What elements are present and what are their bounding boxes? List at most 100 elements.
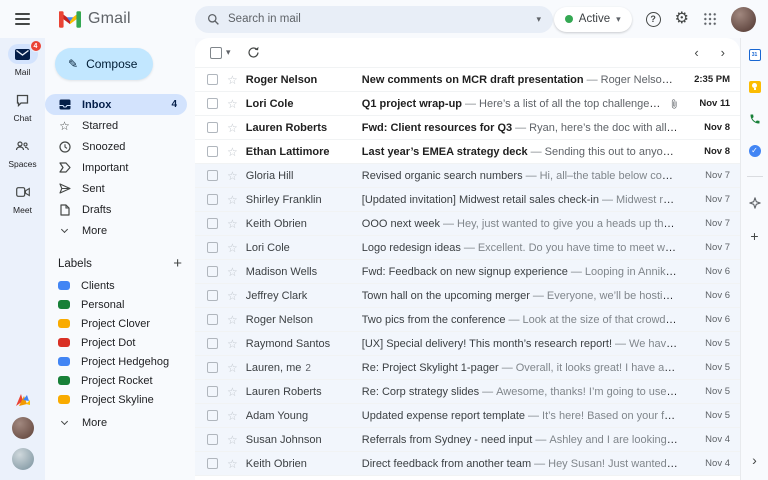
email-row[interactable]: ☆ Roger Nelson New comments on MCR draft… xyxy=(195,68,740,92)
row-checkbox[interactable] xyxy=(207,338,218,349)
panel-expand-icon[interactable]: › xyxy=(752,452,757,468)
row-checkbox[interactable] xyxy=(207,242,218,253)
rail-item-meet[interactable]: Meet xyxy=(8,182,38,215)
main-menu-icon[interactable] xyxy=(0,13,45,25)
star-icon[interactable]: ☆ xyxy=(227,194,238,206)
row-checkbox[interactable] xyxy=(207,290,218,301)
row-checkbox[interactable] xyxy=(207,194,218,205)
email-row[interactable]: ☆ Keith Obrien Direct feedback from anot… xyxy=(195,452,740,476)
row-checkbox[interactable] xyxy=(207,74,218,85)
label-item[interactable]: Project Skyline xyxy=(45,390,195,409)
compose-button[interactable]: ✎ Compose xyxy=(55,48,153,80)
star-icon[interactable]: ☆ xyxy=(227,338,238,350)
label-item[interactable]: Project Rocket xyxy=(45,371,195,390)
search-bar[interactable]: Search in mail ▾ xyxy=(195,5,553,33)
star-icon[interactable]: ☆ xyxy=(227,410,238,422)
sidebar-item-sent[interactable]: Sent xyxy=(45,178,187,199)
email-row[interactable]: ☆ Lauren, me 2 Re: Project Skylight 1-pag… xyxy=(195,356,740,380)
email-row[interactable]: ☆ Ethan Lattimore Last year’s EMEA strat… xyxy=(195,140,740,164)
contact-avatar[interactable] xyxy=(11,417,34,439)
email-row[interactable]: ☆ Lori Cole Q1 project wrap-up — Here’s a … xyxy=(195,92,740,116)
row-checkbox[interactable] xyxy=(207,314,218,325)
sidebar-item-important[interactable]: Important xyxy=(45,157,187,178)
row-checkbox[interactable] xyxy=(207,458,218,469)
star-icon[interactable]: ☆ xyxy=(227,74,238,86)
sidebar-item-drafts[interactable]: Drafts xyxy=(45,199,187,220)
email-row[interactable]: ☆ Jeffrey Clark Town hall on the upcomin… xyxy=(195,284,740,308)
add-label-icon[interactable]: + xyxy=(173,255,182,272)
rail-item-spaces[interactable]: Spaces xyxy=(8,136,38,169)
star-icon[interactable]: ☆ xyxy=(227,146,238,158)
row-checkbox[interactable] xyxy=(207,122,218,133)
label-item[interactable]: Project Clover xyxy=(45,314,195,333)
star-icon[interactable]: ☆ xyxy=(227,314,238,326)
calendar-icon[interactable]: 31 xyxy=(748,48,761,61)
row-checkbox[interactable] xyxy=(207,98,218,109)
sidebar-item-more[interactable]: More xyxy=(45,220,187,241)
star-icon[interactable]: ☆ xyxy=(227,290,238,302)
row-checkbox[interactable] xyxy=(207,410,218,421)
star-icon[interactable]: ☆ xyxy=(227,242,238,254)
row-checkbox[interactable] xyxy=(207,146,218,157)
email-row[interactable]: ☆ Lauren Roberts Re: Corp strategy slide… xyxy=(195,380,740,404)
email-row[interactable]: ☆ Shirley Franklin [Updated invitation] … xyxy=(195,188,740,212)
label-item[interactable]: Personal xyxy=(45,295,195,314)
select-all-checkbox[interactable] xyxy=(210,46,222,59)
row-checkbox[interactable] xyxy=(207,266,218,277)
older-page-icon[interactable]: › xyxy=(721,46,725,59)
email-row[interactable]: ☆ Adam Young Updated expense report temp… xyxy=(195,404,740,428)
keep-icon[interactable] xyxy=(748,80,761,93)
phone-icon[interactable] xyxy=(748,112,761,125)
inbox-icon xyxy=(58,99,71,110)
get-addons-icon[interactable]: + xyxy=(750,228,758,244)
sidebar-item-starred[interactable]: ☆ Starred xyxy=(45,115,187,136)
contact-avatar[interactable] xyxy=(11,448,34,470)
label-item[interactable]: Project Hedgehog xyxy=(45,352,195,371)
label-item[interactable]: Clients xyxy=(45,276,195,295)
search-input[interactable]: Search in mail xyxy=(228,13,528,25)
tasks-icon[interactable]: ✓ xyxy=(748,144,761,157)
row-checkbox[interactable] xyxy=(207,170,218,181)
email-snippet: Hi, all–the table below contains the rev… xyxy=(539,169,678,182)
star-icon[interactable]: ☆ xyxy=(227,98,238,110)
star-icon[interactable]: ☆ xyxy=(227,362,238,374)
star-icon[interactable]: ☆ xyxy=(227,170,238,182)
star-icon[interactable]: ☆ xyxy=(227,386,238,398)
newer-page-icon[interactable]: ‹ xyxy=(694,46,698,59)
email-row[interactable]: ☆ Gloria Hill Revised organic search num… xyxy=(195,164,740,188)
star-icon[interactable]: ☆ xyxy=(227,218,238,230)
row-checkbox[interactable] xyxy=(207,218,218,229)
email-row[interactable]: ☆ Madison Wells Fwd: Feedback on new sig… xyxy=(195,260,740,284)
email-subject-snippet: Re: Corp strategy slides — Awesome, thanks… xyxy=(362,386,678,398)
status-selector[interactable]: Active ▾ xyxy=(553,6,632,32)
search-options-icon[interactable]: ▾ xyxy=(536,14,541,25)
rail-item-mail[interactable]: 4 Mail xyxy=(7,40,42,77)
email-row[interactable]: ☆ Roger Nelson Two pics from the confere… xyxy=(195,308,740,332)
compose-pencil-icon: ✎ xyxy=(68,57,79,71)
select-options-icon[interactable]: ▾ xyxy=(226,47,231,58)
star-icon[interactable]: ☆ xyxy=(227,434,238,446)
star-icon[interactable]: ☆ xyxy=(227,266,238,278)
refresh-icon[interactable] xyxy=(247,46,260,59)
sidebar-item-snoozed[interactable]: Snoozed xyxy=(45,136,187,157)
email-row[interactable]: ☆ Lauren Roberts Fwd: Client resources f… xyxy=(195,116,740,140)
email-row[interactable]: ☆ Lori Cole Logo redesign ideas — Excellen… xyxy=(195,236,740,260)
sidebar-item-inbox[interactable]: Inbox 4 xyxy=(45,94,187,115)
google-apps-grid-icon[interactable] xyxy=(703,12,717,26)
email-row[interactable]: ☆ Susan Johnson Referrals from Sydney - … xyxy=(195,428,740,452)
star-icon[interactable]: ☆ xyxy=(227,122,238,134)
email-row[interactable]: ☆ Raymond Santos [UX] Special delivery! … xyxy=(195,332,740,356)
settings-gear-icon[interactable]: ⚙ xyxy=(675,11,689,27)
search-icon xyxy=(207,13,219,25)
addons-spark-icon[interactable] xyxy=(748,196,761,209)
star-icon[interactable]: ☆ xyxy=(227,458,238,470)
row-checkbox[interactable] xyxy=(207,362,218,373)
label-item[interactable]: Project Dot xyxy=(45,333,195,352)
row-checkbox[interactable] xyxy=(207,386,218,397)
profile-avatar[interactable] xyxy=(731,6,756,32)
labels-more[interactable]: More xyxy=(45,412,187,433)
help-icon[interactable]: ? xyxy=(645,11,661,27)
email-row[interactable]: ☆ Keith Obrien OOO next week — Hey, just w… xyxy=(195,212,740,236)
rail-item-chat[interactable]: Chat xyxy=(8,90,38,123)
row-checkbox[interactable] xyxy=(207,434,218,445)
